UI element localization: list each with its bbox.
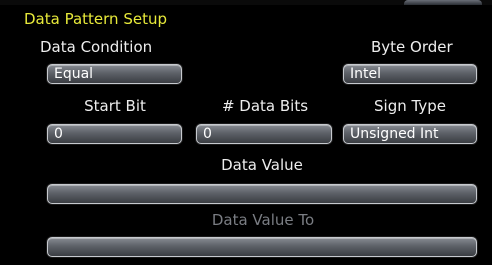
data-value-to-label: Data Value To [211,211,315,229]
data-pattern-setup-panel: Data Pattern Setup Data Condition Byte O… [0,0,492,265]
top-tab-notch [404,0,482,5]
sign-type-select[interactable]: Unsigned Int [343,124,477,144]
start-bit-label: Start Bit [84,97,146,115]
top-strip [0,0,492,5]
num-data-bits-input[interactable]: 0 [196,124,332,144]
data-condition-select[interactable]: Equal [47,64,182,84]
data-value-input[interactable] [47,184,477,204]
panel-title: Data Pattern Setup [24,10,167,28]
byte-order-select[interactable]: Intel [343,64,477,84]
byte-order-label: Byte Order [371,38,453,56]
data-value-label: Data Value [221,156,303,174]
num-data-bits-label: # Data Bits [221,97,309,115]
sign-type-label: Sign Type [374,97,446,115]
data-condition-label: Data Condition [40,38,153,56]
data-value-to-input[interactable] [47,237,477,257]
start-bit-input[interactable]: 0 [47,124,182,144]
